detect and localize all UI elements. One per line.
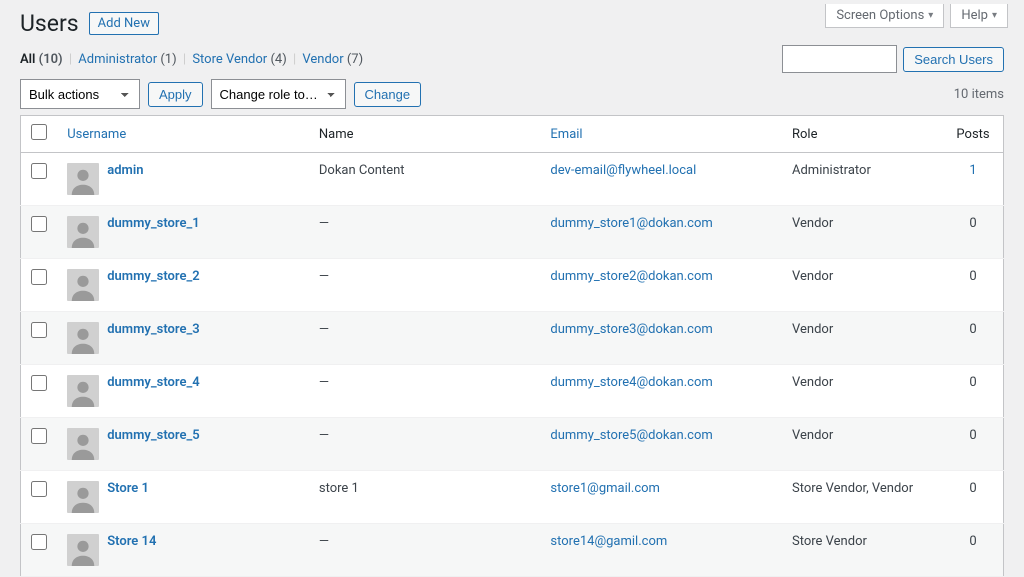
avatar <box>67 163 99 195</box>
avatar <box>67 322 99 354</box>
table-row: Store 14 — store14@gamil.com Store Vendo… <box>21 524 1004 577</box>
name-cell: — <box>309 206 541 259</box>
posts-count: 0 <box>969 375 976 390</box>
posts-count: 0 <box>969 534 976 549</box>
items-count: 10 items <box>954 87 1004 102</box>
table-row: dummy_store_4 — dummy_store4@dokan.com V… <box>21 365 1004 418</box>
name-cell: — <box>309 524 541 577</box>
role-cell: Administrator <box>782 153 943 206</box>
change-role-select[interactable]: Change role to… <box>211 79 346 109</box>
row-checkbox[interactable] <box>31 375 47 391</box>
col-role: Role <box>782 116 943 153</box>
username-link[interactable]: dummy_store_5 <box>107 428 199 443</box>
add-new-button[interactable]: Add New <box>89 12 159 35</box>
posts-count: 0 <box>969 216 976 231</box>
name-cell: — <box>309 365 541 418</box>
avatar <box>67 428 99 460</box>
username-link[interactable]: dummy_store_3 <box>107 322 199 337</box>
username-link[interactable]: admin <box>107 163 143 178</box>
posts-count: 0 <box>969 481 976 496</box>
table-row: admin Dokan Content dev-email@flywheel.l… <box>21 153 1004 206</box>
search-users-button[interactable]: Search Users <box>903 47 1004 72</box>
filter-vendor[interactable]: Vendor (7) <box>302 52 363 67</box>
filter-store-vendor[interactable]: Store Vendor (4) <box>192 52 286 67</box>
search-input[interactable] <box>782 45 897 73</box>
screen-options-toggle[interactable]: Screen Options <box>825 4 944 28</box>
role-cell: Store Vendor, Vendor <box>782 471 943 524</box>
email-link[interactable]: store1@gmail.com <box>550 481 660 496</box>
role-cell: Vendor <box>782 312 943 365</box>
role-cell: Vendor <box>782 365 943 418</box>
email-link[interactable]: dummy_store2@dokan.com <box>550 269 712 284</box>
avatar <box>67 216 99 248</box>
name-cell: — <box>309 312 541 365</box>
role-cell: Vendor <box>782 259 943 312</box>
bulk-actions-select[interactable]: Bulk actions <box>20 79 140 109</box>
row-checkbox[interactable] <box>31 322 47 338</box>
select-all-checkbox[interactable] <box>31 124 47 140</box>
row-checkbox[interactable] <box>31 534 47 550</box>
username-link[interactable]: dummy_store_1 <box>107 216 199 231</box>
col-username[interactable]: Username <box>67 127 126 142</box>
row-checkbox[interactable] <box>31 216 47 232</box>
email-link[interactable]: dummy_store4@dokan.com <box>550 375 712 390</box>
table-row: dummy_store_2 — dummy_store2@dokan.com V… <box>21 259 1004 312</box>
username-link[interactable]: Store 14 <box>107 534 156 549</box>
screen-options-label: Screen Options <box>836 8 924 23</box>
email-link[interactable]: dev-email@flywheel.local <box>550 163 696 178</box>
name-cell: — <box>309 259 541 312</box>
email-link[interactable]: dummy_store1@dokan.com <box>550 216 712 231</box>
username-link[interactable]: dummy_store_4 <box>107 375 199 390</box>
username-link[interactable]: Store 1 <box>107 481 149 496</box>
email-link[interactable]: dummy_store5@dokan.com <box>550 428 712 443</box>
col-email[interactable]: Email <box>550 127 582 142</box>
email-link[interactable]: dummy_store3@dokan.com <box>550 322 712 337</box>
avatar <box>67 269 99 301</box>
apply-button[interactable]: Apply <box>148 82 203 107</box>
username-link[interactable]: dummy_store_2 <box>107 269 199 284</box>
posts-count: 0 <box>969 428 976 443</box>
posts-count: 0 <box>969 269 976 284</box>
avatar <box>67 534 99 566</box>
email-link[interactable]: store14@gamil.com <box>550 534 667 549</box>
help-toggle[interactable]: Help <box>950 4 1008 28</box>
change-button[interactable]: Change <box>354 82 422 107</box>
row-checkbox[interactable] <box>31 163 47 179</box>
filter-administrator[interactable]: Administrator (1) <box>78 52 176 67</box>
name-cell: — <box>309 418 541 471</box>
name-cell: store 1 <box>309 471 541 524</box>
row-checkbox[interactable] <box>31 428 47 444</box>
name-cell: Dokan Content <box>309 153 541 206</box>
filter-links: All (10) | Administrator (1) | Store Ven… <box>20 52 363 67</box>
table-row: dummy_store_3 — dummy_store3@dokan.com V… <box>21 312 1004 365</box>
posts-count: 0 <box>969 322 976 337</box>
role-cell: Store Vendor <box>782 524 943 577</box>
table-row: Store 1 store 1 store1@gmail.com Store V… <box>21 471 1004 524</box>
role-cell: Vendor <box>782 418 943 471</box>
avatar <box>67 481 99 513</box>
col-name: Name <box>309 116 541 153</box>
role-cell: Vendor <box>782 206 943 259</box>
users-table: Username Name Email Role Posts admin Dok… <box>20 115 1004 577</box>
row-checkbox[interactable] <box>31 481 47 497</box>
help-label: Help <box>961 8 988 23</box>
page-title: Users <box>20 10 79 37</box>
filter-all[interactable]: All (10) <box>20 52 63 67</box>
col-posts: Posts <box>943 116 1003 153</box>
table-row: dummy_store_5 — dummy_store5@dokan.com V… <box>21 418 1004 471</box>
row-checkbox[interactable] <box>31 269 47 285</box>
table-row: dummy_store_1 — dummy_store1@dokan.com V… <box>21 206 1004 259</box>
avatar <box>67 375 99 407</box>
posts-link[interactable]: 1 <box>969 163 976 178</box>
